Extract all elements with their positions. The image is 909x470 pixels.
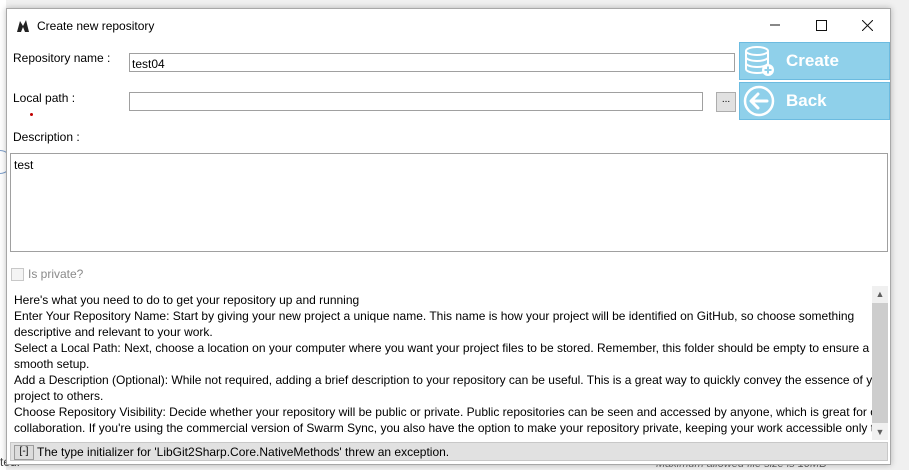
browse-button[interactable]: ... [716, 92, 736, 112]
instruction-line: Enter Your Repository Name: Start by giv… [14, 309, 855, 323]
close-icon [861, 19, 873, 31]
local-path-input[interactable] [129, 92, 703, 111]
instruction-line: smooth setup. [14, 357, 90, 371]
minimize-icon [770, 24, 780, 26]
instruction-line: project to others. [14, 389, 104, 403]
close-button[interactable] [844, 9, 890, 41]
window-title: Create new repository [37, 19, 155, 33]
back-arrow-icon [743, 85, 775, 117]
back-button-label: Back [786, 91, 827, 110]
status-bar: [-] The type initializer for 'LibGit2Sha… [10, 442, 888, 461]
scroll-down-icon[interactable]: ▼ [872, 424, 888, 440]
repository-name-input[interactable]: test04 [129, 53, 735, 72]
minimize-button[interactable] [752, 9, 798, 41]
scroll-up-icon[interactable]: ▲ [872, 286, 888, 302]
app-logo-icon [15, 18, 31, 34]
back-button[interactable]: Back [739, 82, 890, 120]
instructions-text: Here's what you need to do to get your r… [14, 292, 888, 436]
instruction-line: Add a Description (Optional): While not … [14, 373, 888, 387]
instruction-line: Select a Local Path: Next, choose a loca… [14, 341, 870, 355]
database-add-icon [745, 46, 774, 76]
description-label: Description : [13, 130, 80, 144]
create-repository-dialog: Create new repository Repository name : … [6, 8, 891, 465]
maximize-icon [815, 19, 827, 31]
repository-name-label: Repository name : [13, 51, 111, 65]
instruction-line: Choose Repository Visibility: Decide whe… [14, 405, 888, 419]
instructions-panel: Here's what you need to do to get your r… [10, 286, 888, 440]
local-path-label: Local path : [13, 91, 76, 105]
create-button-label: Create [786, 51, 839, 70]
description-input[interactable]: test [10, 153, 888, 252]
required-marker [30, 113, 33, 116]
create-button[interactable]: Create [739, 42, 890, 80]
maximize-button[interactable] [798, 9, 844, 41]
status-collapse-toggle[interactable]: [-] [14, 445, 34, 460]
instruction-line: collaboration. If you're using the comme… [14, 421, 881, 435]
is-private-checkbox[interactable] [11, 268, 24, 281]
instructions-scrollbar[interactable]: ▲ ▼ [872, 286, 888, 440]
instruction-line: descriptive and relevant to your work. [14, 325, 213, 339]
is-private-label: Is private? [28, 267, 84, 281]
scroll-thumb[interactable] [872, 303, 888, 423]
title-bar[interactable]: Create new repository [7, 9, 890, 41]
instruction-line: Here's what you need to do to get your r… [14, 293, 360, 307]
status-message: The type initializer for 'LibGit2Sharp.C… [37, 445, 450, 459]
